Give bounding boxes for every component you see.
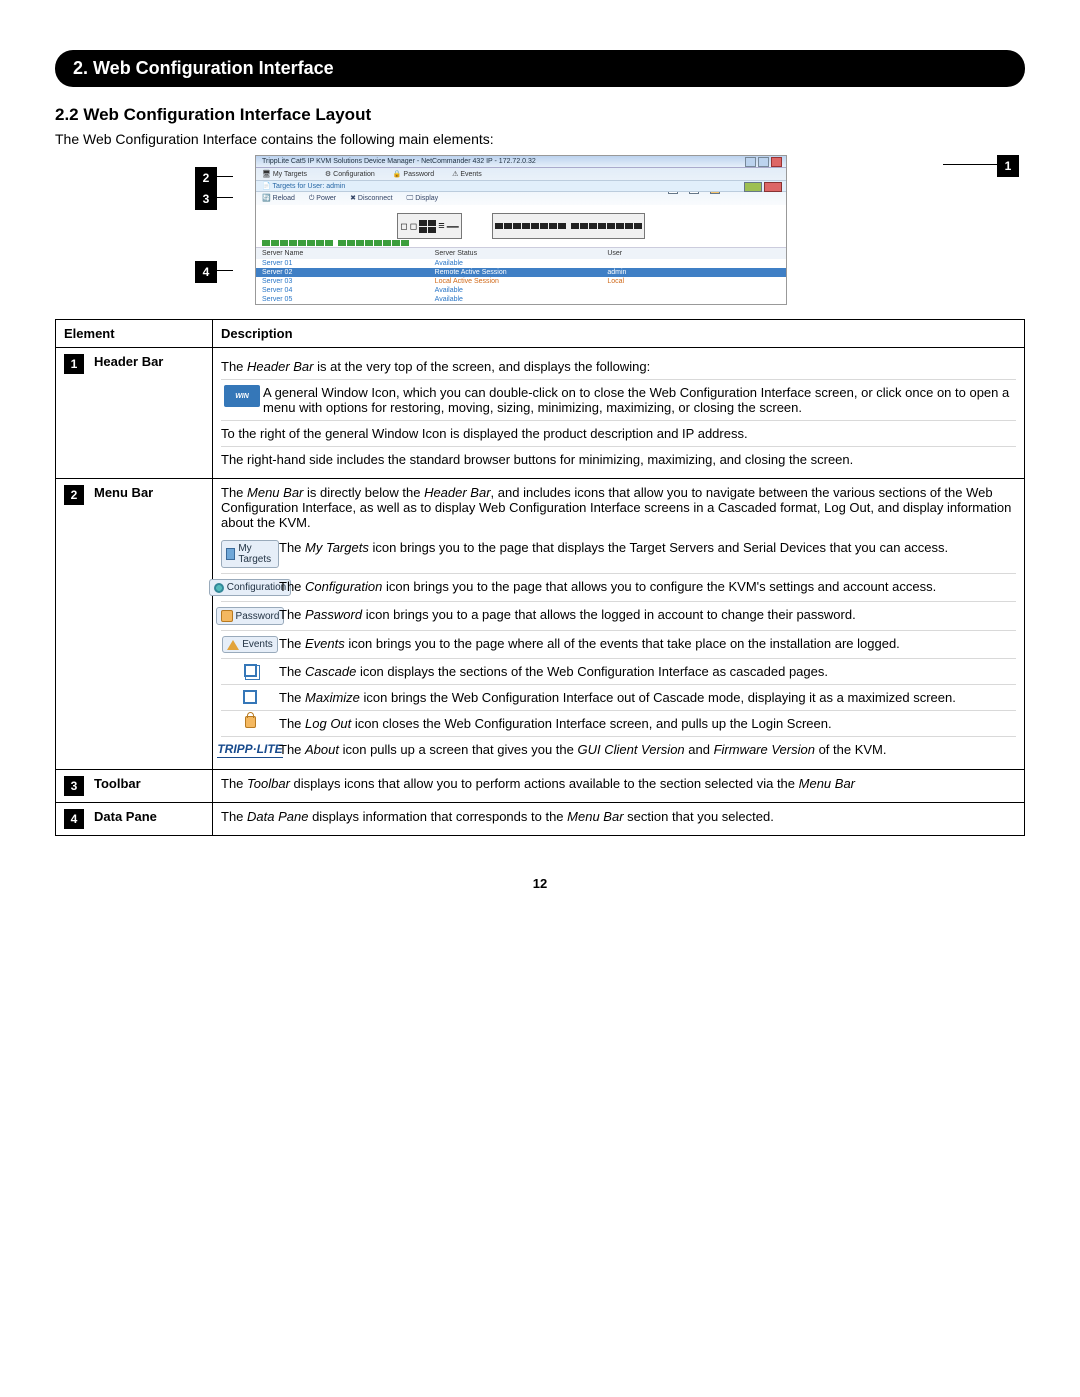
table-row: Server 01Available	[256, 259, 786, 268]
element-data-pane: 4Data Pane	[56, 803, 213, 836]
shot-targets-bar: 📄 Targets for User: admin	[256, 180, 786, 192]
element-toolbar: 3Toolbar	[56, 770, 213, 803]
table-row: Server 03Local Active SessionLocal	[256, 277, 786, 286]
callout-2: 2	[195, 167, 217, 189]
element-menu-bar: 2Menu Bar	[56, 479, 213, 770]
col-description: Description	[213, 320, 1025, 348]
desc-menu-bar: The Menu Bar is directly below the Heade…	[213, 479, 1025, 770]
page-number: 12	[55, 876, 1025, 891]
shot-menubar: 🖥 My Targets ⚙ Configuration 🔒 Password …	[256, 168, 786, 180]
logout-icon	[245, 716, 256, 728]
intro-text: The Web Configuration Interface contains…	[55, 131, 1025, 147]
callout-3: 3	[195, 188, 217, 210]
maximize-icon	[243, 690, 257, 704]
window-icon: WIN	[224, 385, 260, 407]
my-targets-icon: My Targets	[221, 540, 279, 568]
callout-1: 1	[997, 155, 1019, 177]
subsection-title: 2.2 Web Configuration Interface Layout	[55, 105, 1025, 125]
section-banner: 2. Web Configuration Interface	[55, 50, 1025, 87]
events-icon: Events	[222, 636, 278, 653]
desc-header-bar: The Header Bar is at the very top of the…	[213, 348, 1025, 479]
cascade-icon	[244, 664, 257, 677]
layout-screenshot: 2 3 4 1 TrippLite Cat5 IP KVM Solutions …	[55, 155, 1025, 305]
password-icon: Password	[216, 607, 285, 625]
element-header-bar: 1Header Bar	[56, 348, 213, 479]
table-row: Server 02Remote Active Sessionadmin	[256, 268, 786, 277]
desc-data-pane: The Data Pane displays information that …	[213, 803, 1025, 836]
callout-4: 4	[195, 261, 217, 283]
desc-toolbar: The Toolbar displays icons that allow yo…	[213, 770, 1025, 803]
about-icon: TRIPP·LITE	[217, 742, 282, 758]
shot-toolbar: 🔄 Reload ⏻ Power ✖ Disconnect 🖵 Display	[256, 192, 786, 205]
shot-titlebar: TrippLite Cat5 IP KVM Solutions Device M…	[256, 156, 786, 168]
table-row: Server 04Available	[256, 286, 786, 295]
col-element: Element	[56, 320, 213, 348]
shot-table-header: Server Name Server Status User	[256, 248, 786, 259]
table-row: Server 05Available	[256, 295, 786, 304]
description-table: Element Description 1Header Bar The Head…	[55, 319, 1025, 836]
